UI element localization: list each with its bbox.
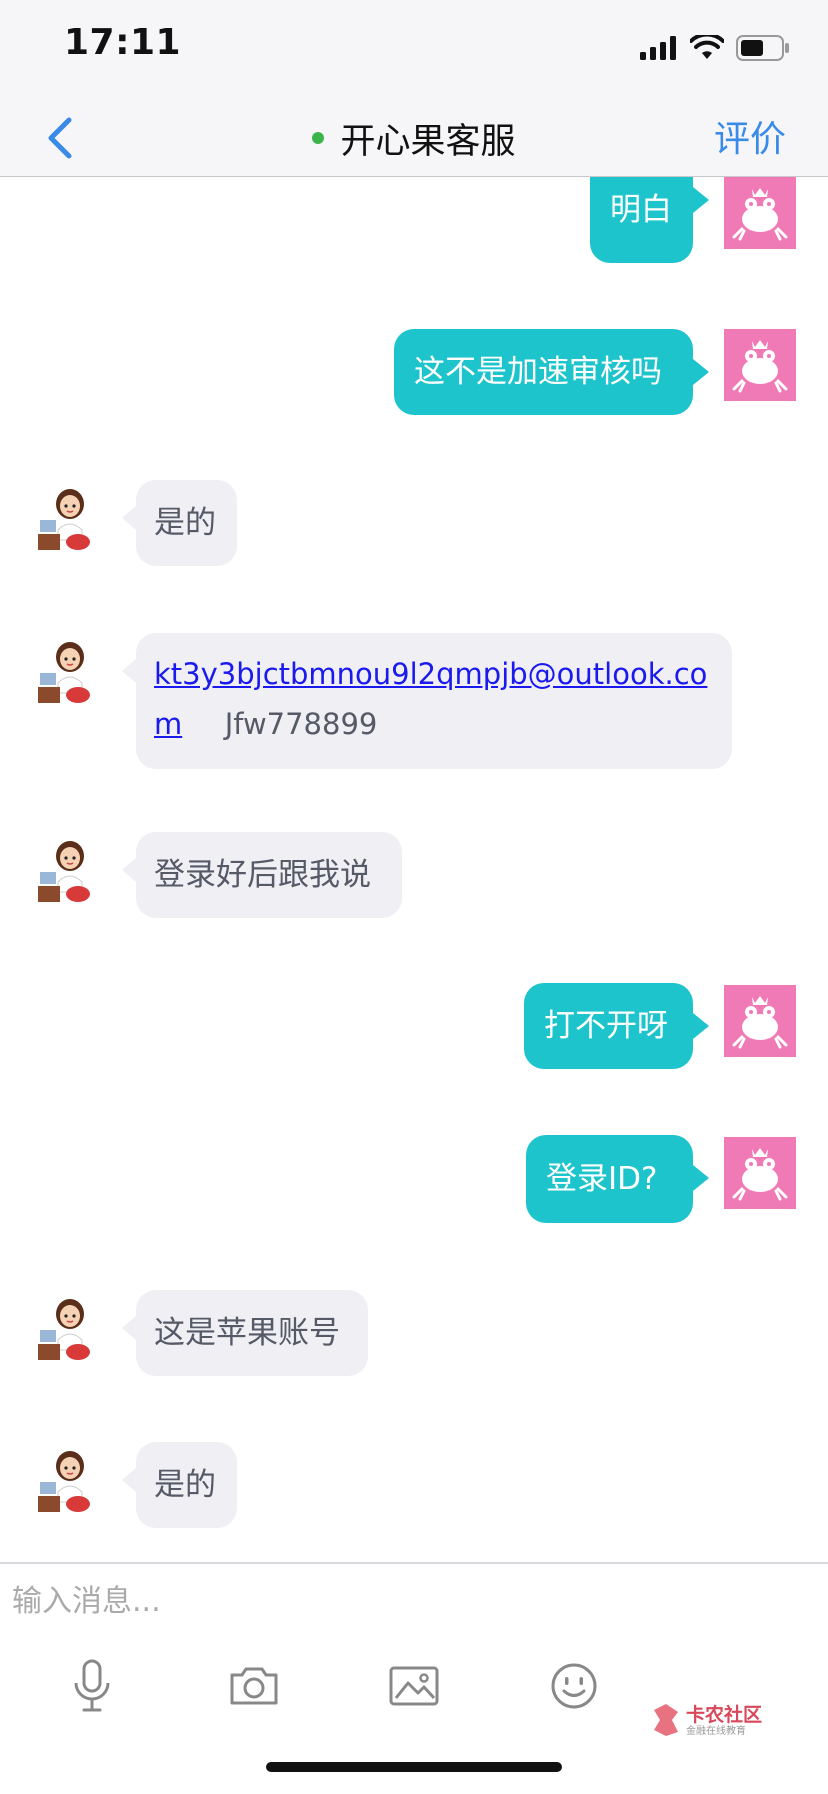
message-incoming: kt3y3bjctbmnou9l2qmpjb@outlook.co m Jfw7… — [0, 633, 828, 775]
image-button[interactable] — [382, 1654, 446, 1718]
camera-icon — [230, 1667, 278, 1705]
user-avatar — [724, 985, 796, 1057]
message-composer: 卡农社区 金融在线教育 — [0, 1562, 828, 1794]
message-bubble[interactable]: 登录ID? — [526, 1135, 709, 1223]
message-outgoing: 打不开呀 — [0, 983, 828, 1075]
camera-button[interactable] — [222, 1654, 286, 1718]
nav-title-group: 开心果客服 — [0, 100, 828, 176]
frog-icon — [732, 996, 788, 1049]
email-link[interactable]: kt3y3bjctbmnou9l2qmpjb@outlook.co — [154, 657, 707, 691]
support-agent-icon — [38, 489, 90, 550]
user-avatar — [724, 1137, 796, 1209]
emoji-button[interactable] — [542, 1654, 606, 1718]
message-outgoing: 明白 — [0, 177, 828, 267]
chat-messages[interactable]: 明白 这不是加速审核吗 是的 kt3y3bjctbmnou9l2qmpjb@ou… — [0, 177, 828, 1561]
status-time: 17:11 — [64, 22, 182, 63]
agent-avatar — [34, 635, 106, 707]
message-bubble[interactable]: 登录好后跟我说 — [122, 832, 402, 918]
agent-avatar — [34, 482, 106, 554]
email-link-continued[interactable]: m — [154, 707, 182, 741]
support-agent-icon — [38, 642, 90, 703]
frog-icon — [732, 340, 788, 393]
battery-icon — [736, 35, 789, 61]
frog-icon — [732, 1148, 788, 1201]
message-bubble[interactable]: 打不开呀 — [524, 983, 709, 1069]
user-avatar — [724, 177, 796, 249]
microphone-icon — [74, 1659, 110, 1712]
message-bubble: kt3y3bjctbmnou9l2qmpjb@outlook.co m Jfw7… — [122, 633, 732, 769]
message-bubble[interactable]: 明白 — [590, 177, 709, 263]
message-bubble[interactable]: 是的 — [122, 1442, 237, 1528]
emoji-icon — [551, 1663, 597, 1709]
online-status-dot — [312, 132, 325, 144]
message-incoming: 登录好后跟我说 — [0, 832, 828, 924]
agent-avatar — [34, 1444, 106, 1516]
wifi-icon — [690, 35, 724, 59]
message-incoming: 是的 — [0, 480, 828, 572]
message-incoming: 是的 — [0, 1442, 828, 1534]
support-agent-icon — [38, 841, 90, 902]
agent-avatar — [34, 834, 106, 906]
user-avatar — [724, 329, 796, 401]
support-agent-icon — [38, 1299, 90, 1360]
watermark-icon — [654, 1704, 678, 1736]
page-title: 开心果客服 — [340, 121, 516, 162]
watermark-logo: 卡农社区 金融在线教育 — [650, 1700, 770, 1740]
status-icons — [640, 30, 790, 66]
message-outgoing: 登录ID? — [0, 1135, 828, 1227]
message-outgoing: 这不是加速审核吗 — [0, 329, 828, 419]
voice-button[interactable] — [60, 1654, 124, 1718]
frog-icon — [732, 188, 788, 241]
nav-bar: 开心果客服 评价 — [0, 100, 828, 177]
password-text: Jfw778899 — [224, 707, 378, 741]
image-icon — [389, 1666, 439, 1706]
message-bubble[interactable]: 是的 — [122, 480, 237, 566]
status-bar: 17:11 — [0, 0, 828, 100]
message-input[interactable] — [10, 1574, 814, 1630]
watermark-subtitle: 金融在线教育 — [686, 1726, 746, 1737]
agent-avatar — [34, 1292, 106, 1364]
support-agent-icon — [38, 1451, 90, 1512]
signal-icon — [640, 36, 676, 60]
message-bubble[interactable]: 这不是加速审核吗 — [394, 329, 709, 415]
home-indicator[interactable] — [266, 1762, 562, 1772]
message-bubble[interactable]: 这是苹果账号 — [122, 1290, 368, 1376]
message-incoming: 这是苹果账号 — [0, 1290, 828, 1382]
rate-button[interactable]: 评价 — [714, 110, 786, 162]
